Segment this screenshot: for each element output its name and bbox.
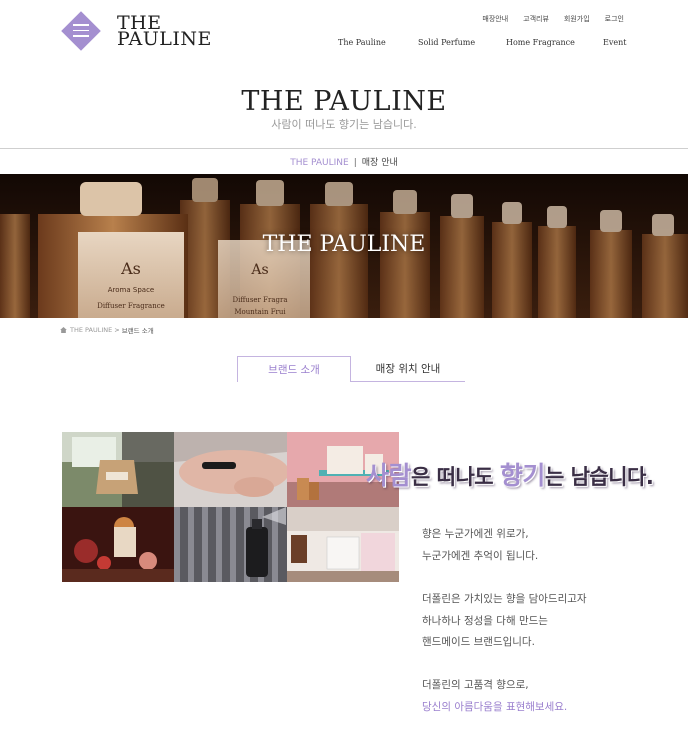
- headline-word-scent: 향기: [499, 461, 546, 490]
- util-link-store[interactable]: 매장안내: [482, 14, 508, 24]
- paragraph-line: 하나하나 정성을 다해 만드는: [422, 614, 548, 627]
- paragraph-line-accent: 당신의 아름다움을 표현해보세요.: [422, 700, 568, 713]
- util-link-signup[interactable]: 회원가입: [564, 14, 590, 24]
- breadcrumb-separator: >: [114, 326, 120, 334]
- brand-photo-collage: [62, 432, 399, 582]
- logo[interactable]: THE PAULINE: [61, 11, 212, 51]
- nav-item-solid-perfume[interactable]: Solid Perfume: [418, 38, 475, 47]
- paragraph-2: 더폴린은 가치있는 향을 담아드리고자 하나하나 정성을 다해 만드는 핸드메이…: [422, 589, 587, 654]
- section-crumb-page: 매장 안내: [361, 158, 398, 168]
- breadcrumb: THE PAULINE > 브랜드 소개: [60, 325, 154, 335]
- paragraph-3: 더폴린의 고품격 향으로, 당신의 아름다움을 표현해보세요.: [422, 675, 567, 718]
- nav-item-the-pauline[interactable]: The Pauline: [338, 38, 386, 47]
- paragraph-1: 향은 누군가에겐 위로가, 누군가에겐 추억이 됩니다.: [422, 524, 538, 567]
- svg-text:As: As: [250, 262, 268, 278]
- section-crumb-separator: |: [353, 158, 357, 168]
- headline-part-2: 은 떠나도: [411, 465, 500, 489]
- headline-part-4: 는 남습니다.: [544, 465, 654, 489]
- photo-boxed-products: [287, 507, 399, 582]
- section-crumb: THE PAULINE | 매장 안내: [0, 155, 688, 168]
- paragraph-line: 누군가에겐 추억이 됩니다.: [422, 549, 539, 562]
- hero-title: THE PAULINE: [262, 232, 426, 257]
- breadcrumb-home[interactable]: THE PAULINE: [70, 326, 112, 334]
- photo-sachet: [62, 432, 174, 507]
- breadcrumb-current: 브랜드 소개: [121, 327, 154, 335]
- nav-item-event[interactable]: Event: [603, 38, 626, 47]
- section-crumb-brand[interactable]: THE PAULINE: [290, 158, 349, 168]
- hero-banner: As Aroma Space Diffuser Fragrance As Dif…: [0, 174, 688, 318]
- svg-text:Mountain Frui: Mountain Frui: [234, 308, 286, 316]
- paragraph-line: 핸드메이드 브랜드입니다.: [422, 636, 535, 648]
- divider: [0, 148, 688, 149]
- paragraph-line: 더폴린의 고품격 향으로,: [422, 679, 529, 691]
- photo-candle-flowers: [62, 507, 174, 582]
- logo-text: THE PAULINE: [117, 14, 212, 50]
- svg-text:Diffuser Fragrance: Diffuser Fragrance: [97, 302, 165, 310]
- util-link-review[interactable]: 고객리뷰: [523, 14, 549, 24]
- tab-brand-intro[interactable]: 브랜드 소개: [237, 356, 351, 382]
- photo-spray-shirt: [174, 507, 287, 582]
- photo-hand-perfume: [174, 432, 287, 507]
- headline-word-person: 사람: [366, 461, 412, 490]
- svg-text:Diffuser Fragra: Diffuser Fragra: [232, 296, 287, 304]
- paragraph-line: 더폴린은 가치있는 향을 담아드리고자: [422, 593, 587, 605]
- menu-diamond-icon[interactable]: [61, 11, 101, 51]
- hamburger-icon: [73, 24, 89, 38]
- page-title: THE PAULINE: [241, 86, 447, 117]
- brand-headline: 사람은 떠나도 향기는 남습니다.: [366, 456, 654, 492]
- nav-item-home-fragrance[interactable]: Home Fragrance: [506, 38, 575, 47]
- paragraph-line: 향은 누군가에겐 위로가,: [422, 528, 529, 540]
- tab-store-location[interactable]: 매장 위치 안내: [351, 356, 465, 382]
- tagline: 사람이 떠나도 향기는 남습니다.: [271, 118, 417, 131]
- utility-links: 매장안내 고객리뷰 회원가입 로그인: [482, 14, 624, 24]
- home-icon[interactable]: [60, 327, 67, 333]
- svg-text:Aroma Space: Aroma Space: [108, 286, 154, 294]
- logo-line-2: PAULINE: [117, 28, 212, 50]
- util-link-login[interactable]: 로그인: [605, 14, 624, 24]
- svg-text:As: As: [120, 259, 141, 278]
